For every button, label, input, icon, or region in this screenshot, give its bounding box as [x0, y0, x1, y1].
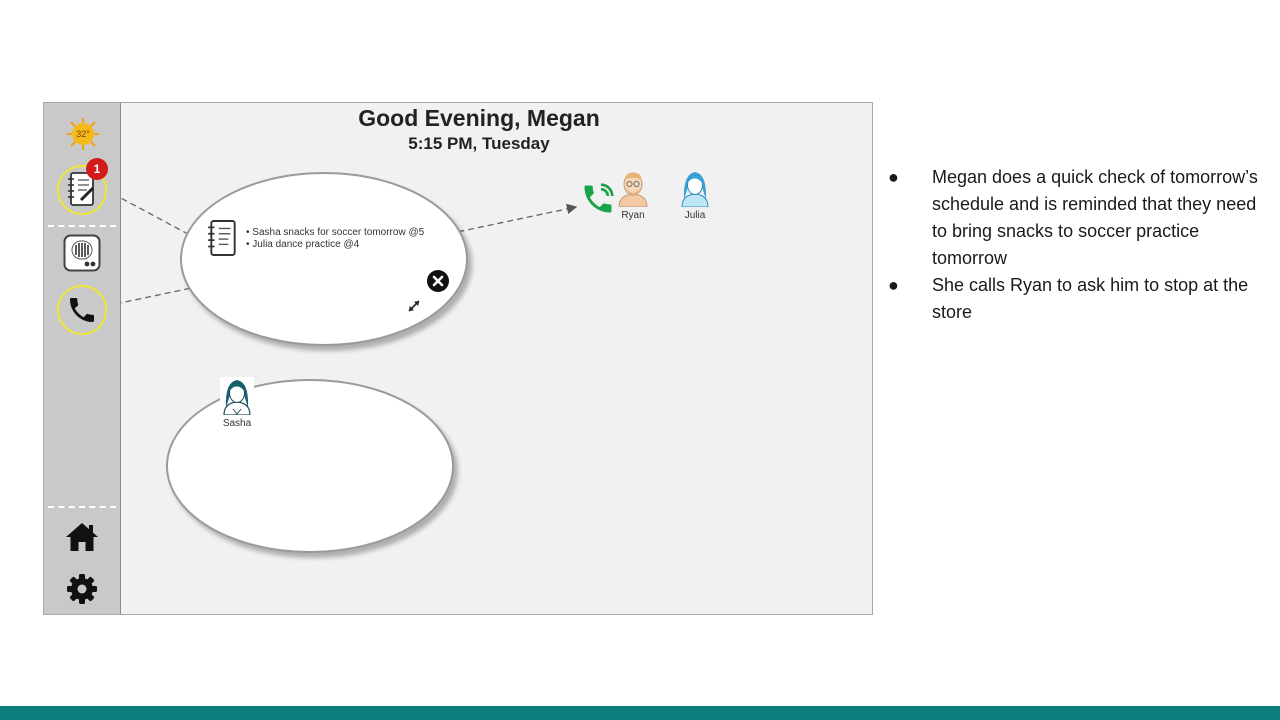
time-label: 5:15 PM, Tuesday — [408, 134, 550, 153]
sidebar-item-home[interactable] — [64, 519, 100, 555]
contact-name: Sasha — [222, 418, 252, 429]
sidebar-item-settings[interactable] — [64, 571, 100, 607]
close-button[interactable] — [427, 270, 449, 292]
sidebar-item-intercom[interactable] — [62, 233, 102, 273]
greeting-title: Good Evening, Megan — [358, 105, 600, 131]
phone-call-icon[interactable] — [580, 181, 616, 217]
notes-panel: ● Megan does a quick check of tomorrow’s… — [888, 164, 1268, 326]
gear-icon — [67, 574, 97, 604]
contact-julia[interactable]: Julia — [674, 169, 716, 221]
weather-widget[interactable]: 32° — [66, 117, 100, 151]
contact-name: Julia — [684, 210, 706, 221]
temperature-label: 32° — [76, 129, 90, 139]
app-mockup: 32° 1 Good Evening, Megan 5:15 PM, Tuesd… — [43, 102, 873, 615]
contact-sasha[interactable]: Sasha — [216, 377, 258, 429]
phone-icon — [70, 298, 94, 322]
contact-name: Ryan — [621, 210, 645, 221]
notes-bubble: • Sasha snacks for soccer tomorrow @5 • … — [180, 172, 468, 346]
notification-badge: 1 — [86, 158, 108, 180]
bullet-icon: ● — [888, 167, 899, 187]
home-icon — [66, 523, 98, 551]
woman-avatar-icon — [681, 172, 709, 208]
notebook-icon — [208, 220, 236, 256]
close-icon — [432, 275, 444, 287]
empty-bubble — [166, 379, 454, 553]
note-bullet: ● Megan does a quick check of tomorrow’s… — [888, 164, 1268, 272]
sidebar-divider — [48, 225, 116, 227]
sidebar: 32° 1 — [44, 103, 121, 614]
woman-avatar-icon — [220, 377, 254, 416]
expand-icon[interactable] — [406, 298, 422, 314]
connector-arrows — [103, 188, 578, 307]
man-avatar-icon — [618, 172, 648, 208]
intercom-icon — [63, 234, 101, 272]
contact-ryan[interactable]: Ryan — [612, 169, 654, 221]
note-text: Megan does a quick check of tomorrow’s s… — [932, 167, 1258, 268]
note-bullet: ● She calls Ryan to ask him to stop at t… — [888, 272, 1268, 326]
sidebar-divider — [48, 506, 116, 508]
footer-accent-bar — [0, 706, 1280, 720]
sidebar-item-phone[interactable] — [62, 290, 102, 330]
bullet-icon: ● — [888, 275, 899, 295]
todo-item: • Julia dance practice @4 — [246, 239, 360, 250]
todo-list: • Sasha snacks for soccer tomorrow @5 • … — [246, 227, 424, 251]
note-text: She calls Ryan to ask him to stop at the… — [932, 275, 1249, 322]
todo-item: • Sasha snacks for soccer tomorrow @5 — [246, 227, 425, 238]
